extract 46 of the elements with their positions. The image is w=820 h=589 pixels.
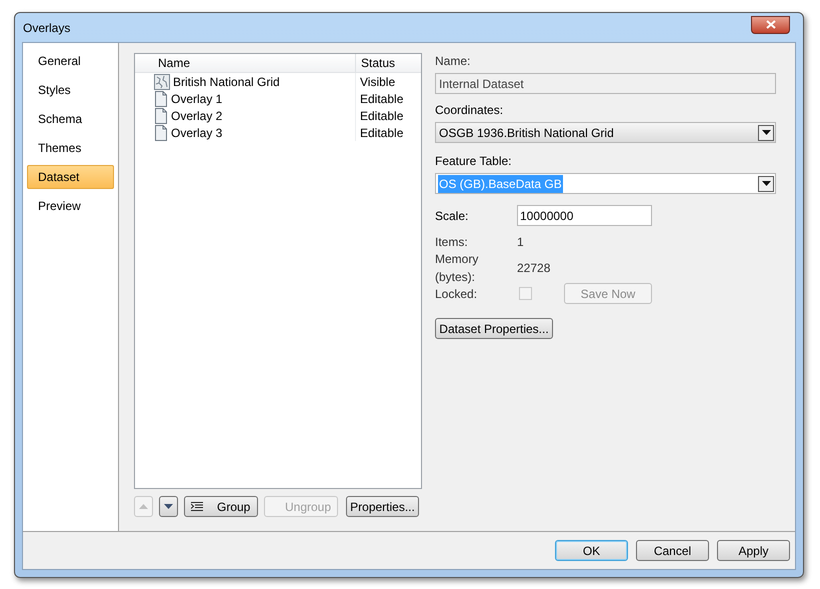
items-value: 1 bbox=[517, 234, 524, 250]
up-arrow-icon bbox=[139, 504, 148, 509]
sidebar-item[interactable]: Themes bbox=[27, 136, 114, 160]
overlay-status: Editable bbox=[359, 108, 404, 124]
coordinates-dropdown[interactable]: OSGB 1936.British National Grid bbox=[435, 122, 776, 143]
overlay-status: Editable bbox=[359, 90, 404, 107]
field-label: Items: bbox=[435, 234, 469, 250]
dataset-properties-button[interactable]: Dataset Properties... bbox=[435, 318, 553, 339]
sidebar-item[interactable]: Schema bbox=[27, 107, 114, 131]
close-button[interactable] bbox=[751, 16, 790, 34]
caret-icon bbox=[762, 130, 770, 135]
indent-icon bbox=[191, 502, 203, 511]
overlay-status: Visible bbox=[359, 74, 396, 90]
document-icon bbox=[154, 108, 168, 124]
sidebar-item[interactable]: Dataset bbox=[27, 165, 114, 189]
field-label: Locked: bbox=[435, 286, 478, 302]
overlay-status: Editable bbox=[359, 124, 404, 141]
dialog-button[interactable]: Cancel bbox=[636, 540, 709, 561]
window-title: Overlays bbox=[22, 20, 70, 36]
properties-button[interactable]: Properties... bbox=[346, 496, 419, 517]
move-down-button[interactable] bbox=[159, 496, 178, 517]
field-label: Feature Table: bbox=[435, 153, 512, 170]
caret-icon bbox=[762, 181, 770, 186]
document-icon bbox=[154, 124, 168, 140]
overlay-name[interactable]: British National Grid bbox=[173, 72, 280, 90]
column-header[interactable]: Name bbox=[135, 54, 356, 72]
scale-field[interactable]: 10000000 bbox=[517, 205, 652, 226]
memory-value: 22728 bbox=[517, 260, 550, 276]
field-label: Coordinates: bbox=[435, 102, 504, 119]
close-icon bbox=[766, 20, 776, 29]
sidebar-item[interactable]: General bbox=[27, 49, 114, 73]
sidebar-item[interactable]: Preview bbox=[27, 194, 114, 218]
field-label: Name: bbox=[435, 53, 472, 70]
overlay-name[interactable]: Overlay 3 bbox=[171, 124, 222, 142]
field-label: Memory (bytes): bbox=[435, 250, 480, 286]
dialog-button[interactable]: Apply bbox=[717, 540, 790, 561]
overlay-name[interactable]: Overlay 2 bbox=[171, 106, 222, 124]
column-header[interactable]: Status bbox=[356, 54, 421, 72]
field-label: Scale: bbox=[435, 208, 470, 224]
name-field[interactable]: Internal Dataset bbox=[435, 73, 776, 94]
overlay-name[interactable]: Overlay 1 bbox=[171, 90, 222, 108]
down-arrow-icon bbox=[164, 504, 173, 509]
dialog-button[interactable]: OK bbox=[555, 540, 628, 561]
sidebar-item[interactable]: Styles bbox=[27, 78, 114, 102]
group-button[interactable]: Group bbox=[184, 496, 258, 517]
document-icon bbox=[154, 90, 168, 106]
